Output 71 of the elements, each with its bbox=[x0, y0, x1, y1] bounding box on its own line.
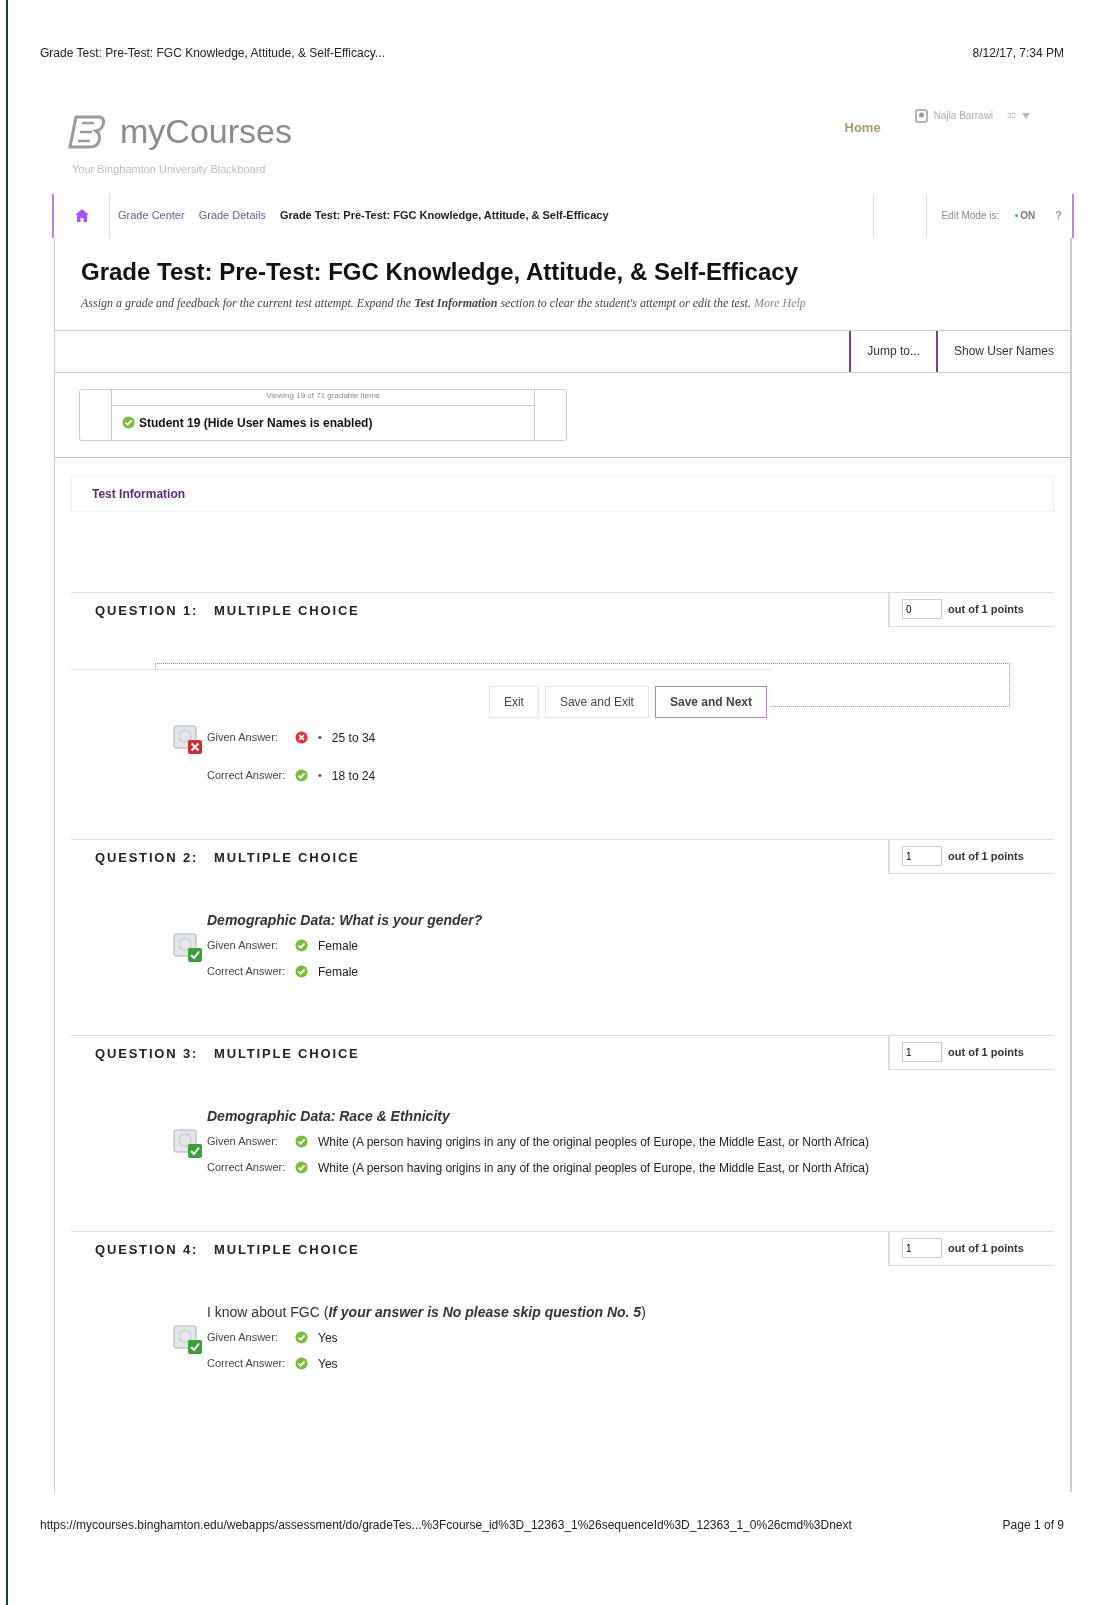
given-answer: Female bbox=[318, 937, 358, 955]
correct-answer-label: Correct Answer: bbox=[207, 768, 285, 784]
given-answer: Yes bbox=[318, 1329, 338, 1347]
check-icon bbox=[295, 965, 308, 978]
empty-nav-cell bbox=[873, 193, 928, 238]
given-answer-label: Given Answer: bbox=[207, 1134, 279, 1150]
brand-name: myCourses bbox=[120, 111, 292, 152]
home-icon[interactable] bbox=[74, 209, 89, 222]
given-answer: White (A person having origins in any of the original peoples of Europe, the Middle East, or North Africa) bbox=[318, 1133, 869, 1151]
question-number: QUESTION 3: bbox=[95, 1044, 199, 1063]
score-field[interactable]: 1 bbox=[902, 846, 942, 866]
correct-answer: 18 to 24 bbox=[331, 767, 376, 785]
page-description: Assign a grade and feedback for the current test attempt. Expand the Test Information section to clear the student's attempt or edit the test. bbox=[81, 295, 751, 310]
check-icon bbox=[122, 416, 135, 429]
page-title: Grade Test: Pre-Test: FGC Knowledge, Attitude, & Self-Efficacy bbox=[81, 256, 799, 287]
score-field[interactable]: 1 bbox=[902, 1238, 942, 1258]
notification-count: 32 bbox=[1007, 109, 1016, 122]
edit-mode-toggle[interactable]: ON bbox=[1020, 208, 1036, 223]
points-label: out of 1 points bbox=[948, 848, 1024, 864]
breadcrumb-link[interactable]: Grade Center bbox=[118, 207, 185, 224]
question-prompt: Demographic Data: What is your gender? bbox=[207, 911, 483, 928]
correct-answer-label: Correct Answer: bbox=[207, 964, 285, 980]
print-url: https://mycourses.binghamton.edu/webapps/assessment/do/gradeTes...%3Fcourse_id%3D_12363_1%26sequenceId%3D_12363_1_0%26cmd%3Dnext bbox=[40, 1516, 852, 1534]
correct-answer-label: Correct Answer: bbox=[207, 1160, 285, 1176]
print-date: 8/12/17, 7:34 PM bbox=[972, 45, 1064, 62]
action-button[interactable]: Save and Next bbox=[654, 685, 767, 718]
bullet: • bbox=[318, 730, 322, 746]
question-number: QUESTION 4: bbox=[95, 1240, 199, 1259]
check-icon bbox=[295, 1331, 308, 1344]
print-title: Grade Test: Pre-Test: FGC Knowledge, Attitude, & Self-Efficacy... bbox=[40, 45, 385, 62]
question-number: QUESTION 1: bbox=[95, 601, 199, 620]
breadcrumb-link[interactable]: Grade Test: Pre-Test: FGC Knowledge, Attitude, & Self-Efficacy bbox=[279, 207, 609, 224]
given-answer: 25 to 34 bbox=[331, 729, 376, 747]
score-field[interactable]: 1 bbox=[902, 1042, 942, 1062]
question-type: MULTIPLE CHOICE bbox=[214, 1240, 360, 1259]
breadcrumb-link[interactable]: Grade Details bbox=[198, 207, 266, 224]
given-answer-label: Given Answer: bbox=[207, 938, 279, 954]
check-icon bbox=[295, 1135, 308, 1148]
edit-mode-label: Edit Mode is: bbox=[941, 209, 1000, 223]
logo-icon bbox=[68, 113, 106, 150]
more-help-link[interactable]: More Help bbox=[753, 295, 806, 310]
page-number: Page 1 of 9 bbox=[1002, 1516, 1064, 1534]
score-field[interactable]: 0 bbox=[902, 599, 942, 619]
user-icon bbox=[914, 108, 928, 123]
question-type: MULTIPLE CHOICE bbox=[214, 1044, 360, 1063]
given-answer-label: Given Answer: bbox=[207, 730, 279, 746]
question-number: QUESTION 2: bbox=[95, 848, 199, 867]
correct-answer: White (A person having origins in any of the original peoples of Europe, the Middle East, or North Africa) bbox=[318, 1159, 869, 1177]
correct-answer: Yes bbox=[318, 1355, 338, 1373]
question-type: MULTIPLE CHOICE bbox=[214, 848, 360, 867]
check-icon bbox=[295, 939, 308, 952]
student-name: Student 19 (Hide User Names is enabled) bbox=[139, 414, 373, 432]
action-button[interactable]: Exit bbox=[488, 685, 539, 718]
viewing-count: Viewing 19 of 71 gradable items bbox=[112, 389, 534, 406]
points-label: out of 1 points bbox=[948, 1240, 1024, 1256]
points-label: out of 1 points bbox=[948, 601, 1024, 617]
check-icon bbox=[295, 1161, 308, 1174]
test-information-link[interactable]: Test Information bbox=[92, 484, 186, 503]
given-answer-label: Given Answer: bbox=[207, 1330, 279, 1346]
bullet: • bbox=[318, 768, 322, 784]
error-icon bbox=[295, 731, 308, 744]
correct-answer-label: Correct Answer: bbox=[207, 1356, 285, 1372]
action-button[interactable]: Save and Exit bbox=[544, 685, 649, 718]
check-icon bbox=[295, 769, 308, 782]
points-label: out of 1 points bbox=[948, 1044, 1024, 1060]
question-type: MULTIPLE CHOICE bbox=[214, 601, 360, 620]
check-icon bbox=[295, 1357, 308, 1370]
question-prompt: Demographic Data: Race & Ethnicity bbox=[207, 1107, 450, 1124]
correct-answer: Female bbox=[318, 963, 358, 981]
brand-tagline: Your Binghamton University Blackboard bbox=[72, 162, 267, 177]
question-prompt: I know about FGC (If your answer is No please skip question No. 5) bbox=[207, 1303, 646, 1320]
